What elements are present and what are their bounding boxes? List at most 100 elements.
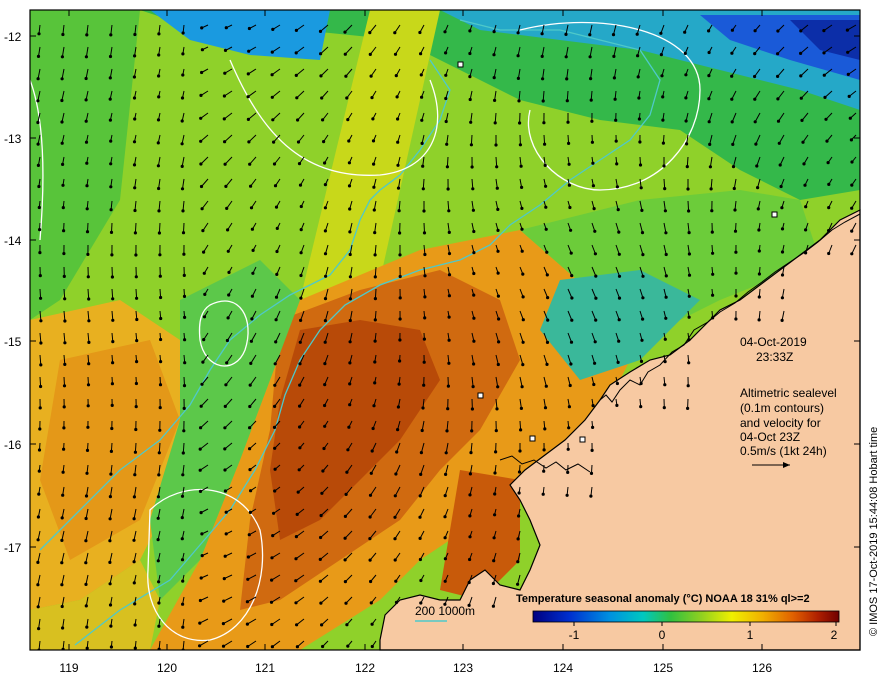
velocity-arrow-head	[493, 98, 497, 102]
velocity-arrow-head	[323, 403, 327, 408]
velocity-arrow-head	[200, 26, 204, 30]
color-scale-tick: 1	[747, 628, 754, 642]
velocity-arrow-head	[565, 77, 569, 81]
velocity-arrow-head	[132, 96, 137, 100]
velocity-arrow-head	[323, 183, 327, 187]
velocity-arrow-head	[180, 142, 184, 146]
velocity-arrow-head	[472, 293, 476, 297]
velocity-arrow-head	[85, 207, 89, 211]
velocity-arrow-head	[275, 249, 279, 254]
velocity-arrow-head	[423, 316, 427, 320]
velocity-arrow-head	[272, 162, 277, 166]
velocity-arrow-head	[639, 186, 643, 190]
velocity-arrow-head	[269, 600, 274, 604]
velocity-arrow-head	[418, 536, 422, 541]
velocity-arrow-head	[850, 206, 854, 210]
velocity-arrow-head	[687, 252, 692, 256]
velocity-arrow-head	[246, 72, 250, 76]
velocity-arrow-head	[491, 581, 495, 586]
velocity-arrow-head	[611, 33, 616, 37]
velocity-arrow-head	[323, 206, 327, 210]
velocity-arrow-head	[591, 404, 595, 408]
velocity-arrow-head	[270, 73, 274, 77]
velocity-arrow-head	[183, 361, 187, 365]
lon-tick-label: 123	[453, 661, 473, 675]
velocity-arrow-head	[799, 74, 803, 78]
velocity-arrow-head	[346, 118, 350, 122]
velocity-arrow-head	[468, 493, 472, 497]
velocity-arrow-head	[373, 318, 377, 322]
timestamp-time: 23:33Z	[756, 350, 793, 364]
velocity-arrow-head	[731, 142, 735, 146]
color-scale-tick: 0	[659, 628, 666, 642]
velocity-arrow-head	[296, 118, 300, 122]
velocity-arrow-head	[517, 470, 522, 474]
altimetry-line: 0.5m/s (1kt 24h)	[740, 444, 827, 458]
velocity-arrow-head	[294, 51, 298, 55]
velocity-arrow-head	[60, 516, 64, 520]
velocity-arrow-head	[133, 117, 137, 121]
velocity-arrow-head	[396, 186, 401, 190]
velocity-arrow-head	[226, 316, 230, 320]
velocity-arrow-head	[200, 554, 204, 558]
velocity-arrow-head	[323, 229, 327, 233]
velocity-arrow-head	[373, 381, 377, 385]
velocity-arrow-head	[84, 119, 88, 123]
velocity-arrow-head	[394, 600, 399, 605]
velocity-arrow-head	[544, 227, 548, 231]
velocity-arrow-head	[497, 317, 501, 321]
velocity-arrow-head	[518, 143, 523, 147]
velocity-arrow-head	[272, 511, 276, 515]
velocity-arrow-head	[224, 532, 228, 536]
velocity-arrow-head	[664, 316, 668, 320]
velocity-arrow-head	[423, 252, 427, 257]
velocity-arrow-head	[398, 317, 402, 321]
velocity-arrow-head	[685, 142, 689, 146]
velocity-arrow-head	[180, 516, 184, 520]
velocity-arrow-head	[157, 580, 161, 584]
velocity-arrow-head	[369, 471, 373, 475]
velocity-arrow-head	[87, 297, 91, 301]
velocity-arrow-head	[181, 31, 185, 35]
velocity-arrow-head	[469, 120, 473, 124]
velocity-arrow-head	[593, 229, 597, 233]
velocity-arrow-head	[543, 406, 548, 410]
velocity-arrow-head	[685, 165, 689, 169]
velocity-arrow-head	[181, 579, 185, 583]
velocity-arrow-head	[707, 74, 711, 78]
velocity-arrow-head	[757, 249, 761, 253]
velocity-arrow-head	[344, 492, 348, 496]
velocity-arrow-head	[348, 230, 352, 234]
velocity-arrow-head	[180, 187, 185, 191]
velocity-arrow-head	[159, 295, 163, 300]
velocity-arrow-head	[730, 97, 734, 101]
velocity-arrow-head	[60, 604, 64, 609]
velocity-arrow-head	[36, 99, 40, 103]
velocity-arrow-head	[60, 583, 64, 587]
velocity-arrow-head	[800, 118, 804, 122]
velocity-arrow-head	[36, 538, 40, 542]
velocity-arrow-head	[108, 582, 112, 586]
velocity-arrow-head	[132, 140, 137, 144]
velocity-arrow-head	[664, 295, 668, 299]
velocity-arrow-head	[198, 447, 202, 451]
velocity-arrow-head	[519, 164, 523, 168]
velocity-arrow-head	[201, 229, 205, 233]
velocity-arrow-head	[612, 76, 617, 80]
velocity-arrow-head	[222, 94, 226, 98]
velocity-arrow-head	[371, 117, 375, 121]
velocity-arrow-head	[468, 535, 472, 539]
lon-tick-label: 121	[255, 661, 275, 675]
velocity-arrow-head	[567, 183, 572, 187]
velocity-arrow-head	[444, 119, 448, 124]
velocity-arrow-head	[421, 164, 425, 168]
velocity-arrow-head	[823, 95, 827, 99]
velocity-arrow-head	[615, 162, 619, 166]
velocity-arrow-head	[615, 185, 620, 189]
velocity-arrow-head	[247, 26, 251, 31]
velocity-arrow-head	[251, 248, 255, 252]
velocity-arrow-head	[223, 71, 227, 75]
color-scale-tick: -1	[569, 628, 580, 642]
velocity-arrow-head	[157, 231, 161, 235]
velocity-arrow-head	[398, 296, 402, 300]
